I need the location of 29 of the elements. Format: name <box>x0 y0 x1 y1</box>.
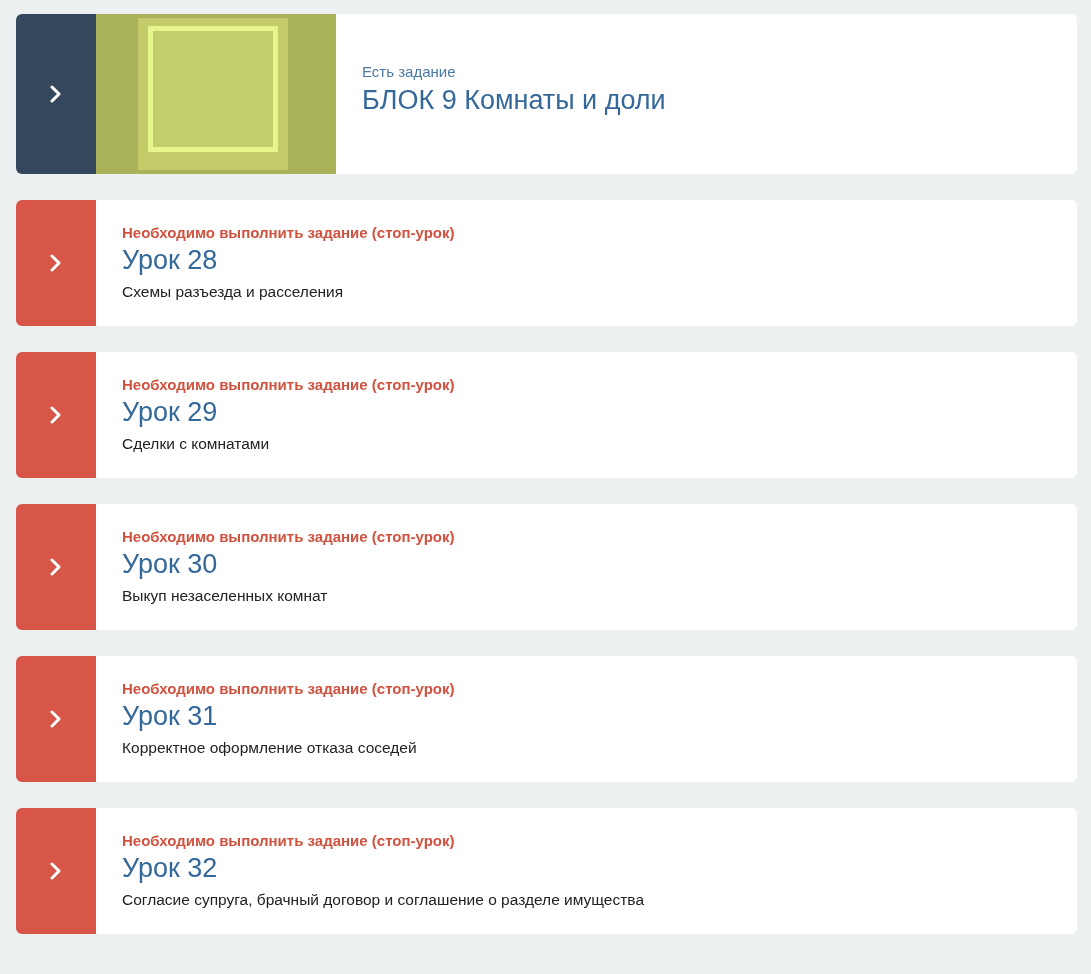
chevron-right-icon <box>50 862 62 880</box>
lesson-title[interactable]: Урок 31 <box>122 700 455 732</box>
lesson-description: Выкуп незаселенных комнат <box>122 586 329 606</box>
chevron-right-icon <box>50 254 62 272</box>
lesson-title[interactable]: Урок 28 <box>122 244 455 276</box>
lesson-status: Необходимо выполнить задание (стоп-урок) <box>122 375 455 395</box>
expand-button[interactable] <box>16 14 96 174</box>
chevron-right-icon <box>50 710 62 728</box>
lesson-status: Необходимо выполнить задание (стоп-урок) <box>122 223 455 243</box>
block-title[interactable]: БЛОК 9 Комнаты и доли <box>362 83 666 117</box>
expand-button[interactable] <box>16 504 96 630</box>
expand-button[interactable] <box>16 808 96 934</box>
chevron-right-icon <box>50 406 62 424</box>
lesson-description: Сделки с комнатами <box>122 434 271 454</box>
chevron-right-icon <box>50 85 62 103</box>
lesson-description: Схемы разъезда и расселения <box>122 282 345 302</box>
lesson-title[interactable]: Урок 32 <box>122 852 645 884</box>
lesson-status: Необходимо выполнить задание (стоп-урок) <box>122 679 455 699</box>
lesson-title[interactable]: Урок 29 <box>122 396 455 428</box>
lesson-title[interactable]: Урок 30 <box>122 548 455 580</box>
expand-button[interactable] <box>16 656 96 782</box>
expand-button[interactable] <box>16 200 96 326</box>
lesson-status: Необходимо выполнить задание (стоп-урок) <box>122 831 456 851</box>
expand-button[interactable] <box>16 352 96 478</box>
block-label: Есть задание <box>362 62 457 82</box>
lesson-description: Корректное оформление отказа соседей <box>122 738 418 758</box>
chevron-right-icon <box>50 558 62 576</box>
lesson-description: Согласие супруга, брачный договор и соглашение о разделе имущества <box>122 890 645 910</box>
lesson-status: Необходимо выполнить задание (стоп-урок) <box>122 527 455 547</box>
